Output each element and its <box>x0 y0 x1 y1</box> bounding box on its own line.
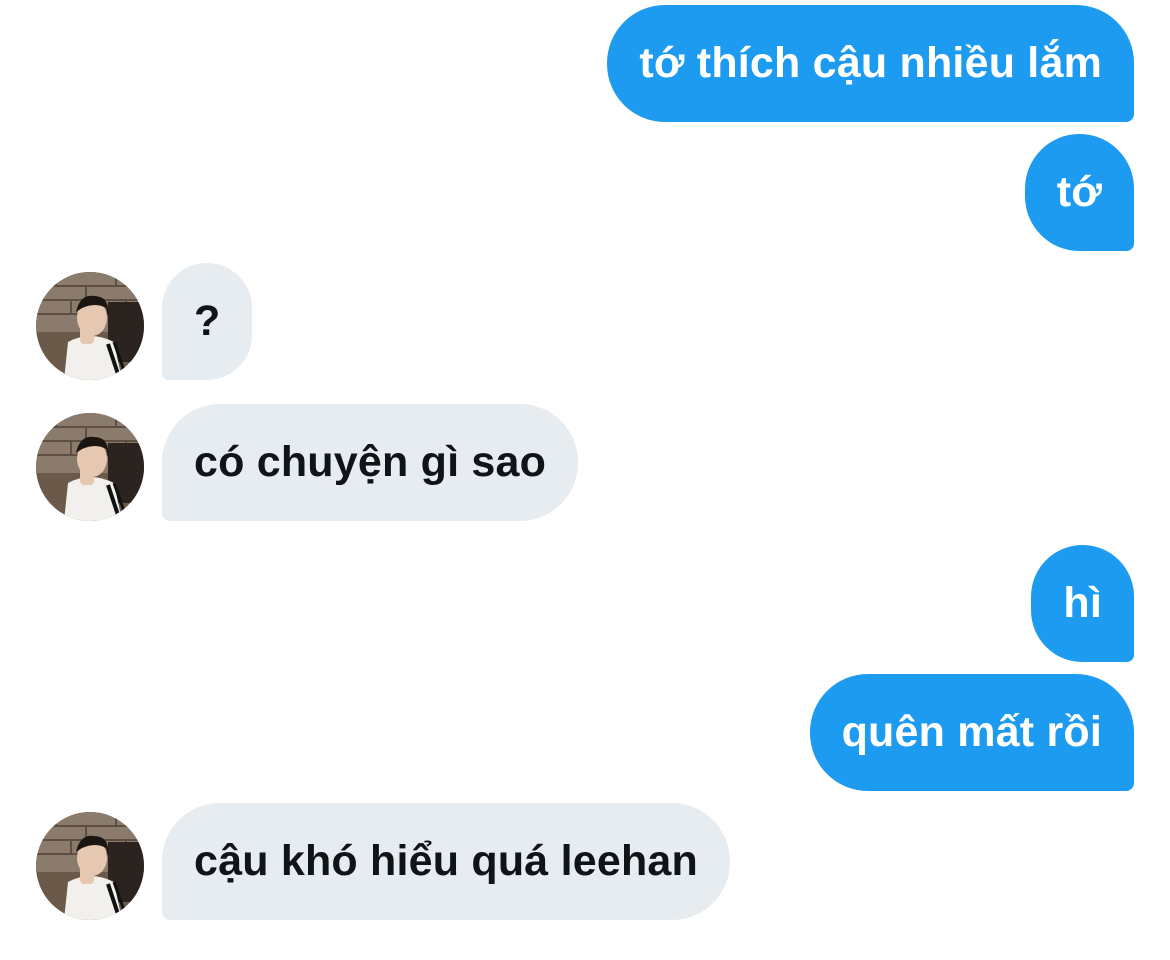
sender-avatar[interactable] <box>36 272 144 380</box>
incoming-message[interactable]: ? <box>162 263 253 380</box>
outgoing-message[interactable]: hì <box>1031 545 1134 662</box>
message-text: cậu khó hiểu quá leehan <box>194 837 698 885</box>
profile-photo-icon <box>36 812 144 920</box>
profile-photo-icon <box>36 272 144 380</box>
message-text: tớ thích cậu nhiều lắm <box>639 39 1102 87</box>
incoming-message[interactable]: có chuyện gì sao <box>162 404 579 521</box>
message-text: ? <box>194 297 221 345</box>
message-text: tớ <box>1056 168 1102 216</box>
message-text: hì <box>1063 579 1102 627</box>
sender-avatar[interactable] <box>36 413 144 521</box>
incoming-message[interactable]: cậu khó hiểu quá leehan <box>162 803 730 920</box>
message-text: có chuyện gì sao <box>194 438 547 486</box>
outgoing-message[interactable]: quên mất rồi <box>809 674 1134 791</box>
sender-avatar[interactable] <box>36 812 144 920</box>
outgoing-message[interactable]: tớ thích cậu nhiều lắm <box>607 5 1134 122</box>
outgoing-message[interactable]: tớ <box>1024 134 1134 251</box>
message-text: quên mất rồi <box>841 708 1102 756</box>
message-thread: tớ thích cậu nhiều lắm tớ ? có chuyện gì… <box>0 0 1170 960</box>
profile-photo-icon <box>36 413 144 521</box>
